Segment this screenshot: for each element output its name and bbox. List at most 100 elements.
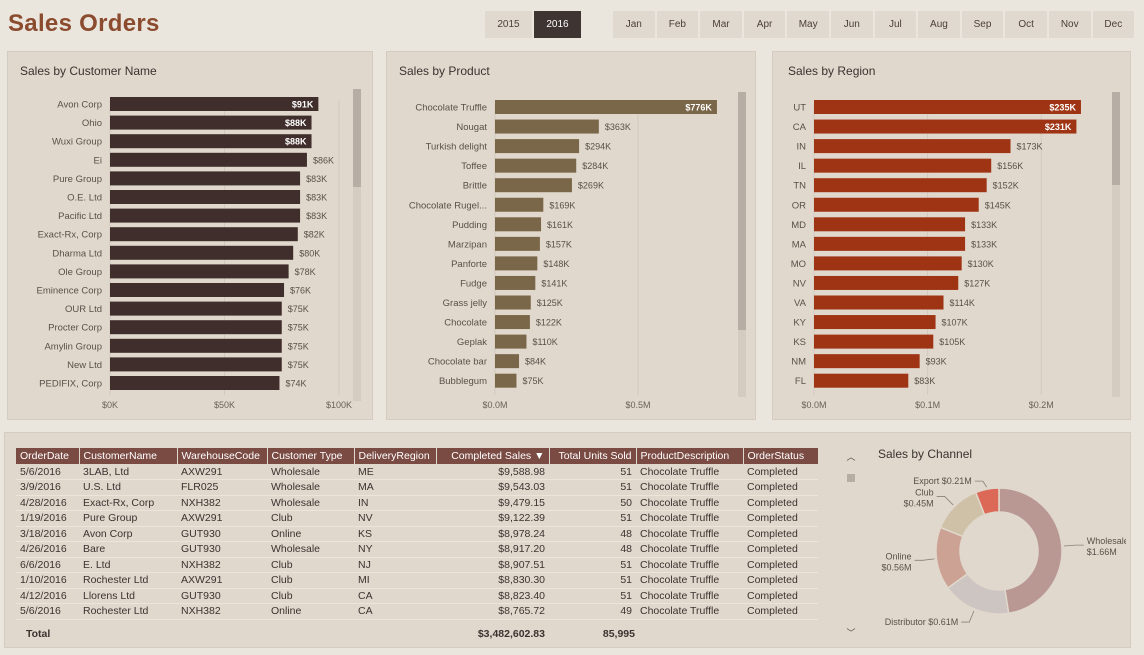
month-button-may[interactable]: May: [787, 11, 829, 38]
category-label: PEDIFIX, Corp: [39, 379, 102, 390]
bar[interactable]: [110, 97, 319, 111]
bar[interactable]: [495, 334, 527, 349]
column-header[interactable]: DeliveryRegion: [354, 448, 437, 464]
bar[interactable]: [814, 354, 920, 369]
month-button-jan[interactable]: Jan: [613, 11, 655, 38]
table-row[interactable]: 5/6/2016 3LAB, Ltd AXW291 Wholesale ME $9,588…: [16, 464, 818, 480]
bar[interactable]: [814, 295, 944, 310]
bar[interactable]: [110, 115, 312, 130]
bar[interactable]: [110, 152, 307, 167]
table-cell: Exact-Rx, Corp: [79, 495, 177, 511]
month-button-oct[interactable]: Oct: [1005, 11, 1047, 38]
bar[interactable]: [814, 139, 1011, 154]
bar[interactable]: [814, 334, 934, 349]
scroll-up-icon[interactable]: ︿: [846, 450, 856, 462]
bar[interactable]: [110, 283, 285, 297]
table-row[interactable]: 3/18/2016 Avon Corp GUT930 Online KS $8,978.2…: [16, 526, 818, 542]
table-row[interactable]: 1/19/2016 Pure Group AXW291 Club NV $9,122.39…: [16, 510, 818, 527]
bar[interactable]: [495, 119, 599, 134]
bar[interactable]: [110, 320, 282, 335]
table-row[interactable]: 1/10/2016 Rochester Ltd AXW291 Club MI $8,830…: [16, 572, 818, 589]
bar[interactable]: [495, 197, 544, 212]
table-row[interactable]: 4/28/2016 Exact-Rx, Corp NXH382 Wholesale IN…: [16, 495, 818, 511]
bar[interactable]: [110, 208, 301, 223]
table-scroll-thumb[interactable]: [847, 474, 855, 482]
bar[interactable]: [495, 217, 542, 232]
month-button-nov[interactable]: Nov: [1048, 11, 1091, 38]
bar[interactable]: [110, 357, 282, 372]
month-button-jun[interactable]: Jun: [830, 11, 873, 38]
product-bar-chart[interactable]: $0.0M $0.5M Chocolate Truffle $776K Nougat $3…: [387, 52, 757, 421]
category-label: Wuxi Group: [52, 137, 102, 148]
bar[interactable]: [495, 373, 517, 388]
column-header[interactable]: Completed Sales ▼: [436, 448, 550, 464]
month-button-feb[interactable]: Feb: [656, 11, 699, 38]
month-button-sep[interactable]: Sep: [961, 11, 1004, 38]
column-header[interactable]: OrderStatus: [743, 448, 818, 464]
bar[interactable]: [814, 158, 992, 173]
month-button-apr[interactable]: Apr: [743, 11, 786, 38]
month-button-dec[interactable]: Dec: [1092, 11, 1135, 38]
data-label: $235K: [1049, 103, 1076, 113]
column-header[interactable]: Customer Type: [267, 448, 355, 464]
table-row[interactable]: 4/26/2016 Bare GUT930 Wholesale NY $8,917.20 4…: [16, 541, 818, 558]
bar[interactable]: [110, 171, 301, 186]
bar[interactable]: [495, 158, 577, 173]
region-bar-chart[interactable]: $0.0M $0.1M $0.2M UT $235K CA $231K IN $173K IL $1…: [773, 52, 1132, 421]
bar[interactable]: [110, 301, 282, 316]
year-button-2016[interactable]: 2016: [534, 11, 581, 38]
bar[interactable]: [110, 376, 280, 390]
bar[interactable]: [814, 178, 987, 193]
bar[interactable]: [110, 190, 301, 204]
bar[interactable]: [495, 295, 531, 310]
table-row[interactable]: 5/6/20163LAB, LtdGUT930WholesaleNY$8,735…: [16, 619, 818, 622]
bar[interactable]: [814, 197, 979, 212]
table-row[interactable]: 3/9/2016 U.S. Ltd FLR025 Wholesale MA $9,543.…: [16, 479, 818, 496]
bar[interactable]: [814, 119, 1077, 134]
column-header[interactable]: WarehouseCode: [177, 448, 268, 464]
table-row[interactable]: 4/12/2016 Llorens Ltd GUT930 Club CA $8,823.4…: [16, 588, 818, 604]
bar[interactable]: [814, 217, 966, 232]
column-header[interactable]: ProductDescription: [636, 448, 744, 464]
bar[interactable]: [495, 256, 538, 271]
bar[interactable]: [110, 264, 289, 279]
bar[interactable]: [495, 100, 717, 114]
table-scrollbar[interactable]: ︿ ﹀: [846, 450, 856, 638]
bar[interactable]: [814, 100, 1081, 114]
scroll-down-icon[interactable]: ﹀: [846, 626, 856, 638]
bar[interactable]: [814, 373, 909, 388]
column-header[interactable]: OrderDate: [16, 448, 80, 464]
bar[interactable]: [110, 338, 282, 353]
customer-chart-scroll-thumb[interactable]: [353, 89, 361, 187]
region-chart-scrollbar[interactable]: [1112, 92, 1120, 397]
bar[interactable]: [495, 236, 540, 251]
table-row[interactable]: 5/6/2016 Rochester Ltd NXH382 Online CA $8,76…: [16, 603, 818, 620]
column-header[interactable]: Total Units Sold: [549, 448, 637, 464]
month-button-aug[interactable]: Aug: [918, 11, 960, 38]
region-chart-scroll-thumb[interactable]: [1112, 92, 1120, 185]
bar[interactable]: [110, 245, 294, 260]
table-cell: $8,978.24: [436, 526, 549, 542]
donut-slice[interactable]: [998, 487, 1063, 615]
bar[interactable]: [814, 275, 959, 290]
product-chart-scroll-thumb[interactable]: [738, 92, 746, 330]
product-chart-scrollbar[interactable]: [738, 92, 746, 397]
year-button-2015[interactable]: 2015: [485, 11, 532, 38]
customer-chart-scrollbar[interactable]: [353, 89, 361, 401]
month-button-jul[interactable]: Jul: [874, 11, 917, 38]
column-header[interactable]: CustomerName: [79, 448, 178, 464]
bar[interactable]: [110, 227, 298, 242]
channel-donut-chart[interactable]: Wholesale$1.66MDistributor $0.61MOnline$…: [866, 462, 1126, 642]
bar[interactable]: [495, 354, 520, 369]
bar[interactable]: [495, 315, 530, 330]
bar[interactable]: [495, 139, 580, 154]
customer-bar-chart[interactable]: $0K $50K $100K Avon Corp $91K Ohio $88K Wuxi Gr…: [8, 52, 374, 421]
table-row[interactable]: 6/6/2016 E. Ltd NXH382 Club NJ $8,907.51 51 Cho…: [16, 557, 818, 573]
bar[interactable]: [110, 134, 312, 149]
bar[interactable]: [495, 178, 572, 193]
bar[interactable]: [814, 256, 962, 271]
bar[interactable]: [814, 315, 936, 330]
bar[interactable]: [495, 275, 536, 290]
bar[interactable]: [814, 236, 966, 251]
month-button-mar[interactable]: Mar: [700, 11, 742, 38]
